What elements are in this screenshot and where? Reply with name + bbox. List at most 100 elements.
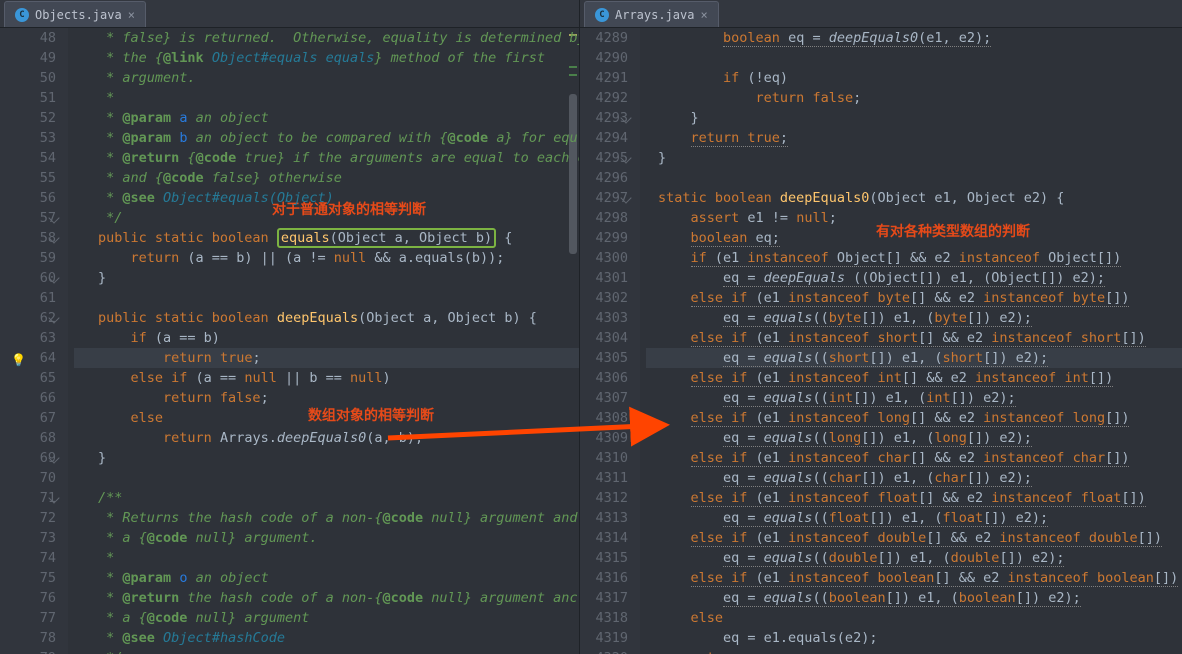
code-area-right[interactable]: 有对各种类型数组的判断 boolean eq = deepEquals0(e1,… bbox=[640, 28, 1182, 654]
code-line[interactable]: else if (e1 instanceof boolean[] && e2 i… bbox=[646, 568, 1182, 588]
code-line[interactable]: * @param a an object bbox=[74, 108, 579, 128]
line-number: 71 bbox=[0, 488, 56, 508]
code-line[interactable]: eq = equals((boolean[]) e1, (boolean[]) … bbox=[646, 588, 1182, 608]
code-line[interactable]: else if (e1 instanceof short[] && e2 ins… bbox=[646, 328, 1182, 348]
fold-icon[interactable] bbox=[48, 212, 59, 223]
code-line[interactable]: return true; bbox=[646, 128, 1182, 148]
code-line[interactable]: eq = deepEquals ((Object[]) e1, (Object[… bbox=[646, 268, 1182, 288]
fold-icon[interactable] bbox=[48, 232, 59, 243]
code-line[interactable]: } bbox=[646, 148, 1182, 168]
tab-arrays-java[interactable]: C Arrays.java × bbox=[584, 1, 719, 27]
code-line[interactable]: eq = equals((float[]) e1, (float[]) e2); bbox=[646, 508, 1182, 528]
code-line[interactable]: else if (e1 instanceof char[] && e2 inst… bbox=[646, 448, 1182, 468]
code-line[interactable]: else if (e1 instanceof double[] && e2 in… bbox=[646, 528, 1182, 548]
code-line[interactable]: else bbox=[646, 608, 1182, 628]
line-number: 58 bbox=[0, 228, 56, 248]
line-number: 70 bbox=[0, 468, 56, 488]
code-line[interactable]: eq = e1.equals(e2); bbox=[646, 628, 1182, 648]
code-line[interactable]: } bbox=[646, 108, 1182, 128]
code-line[interactable]: if (a == b) bbox=[74, 328, 579, 348]
code-line[interactable] bbox=[646, 48, 1182, 68]
editor-left[interactable]: 4849505152535455565758596061626364💡65666… bbox=[0, 28, 579, 654]
code-line[interactable]: * a {@code null} argument. bbox=[74, 528, 579, 548]
code-area-left[interactable]: 对于普通对象的相等判断 数组对象的相等判断 * false} is return… bbox=[68, 28, 579, 654]
code-line[interactable]: else if (e1 instanceof long[] && e2 inst… bbox=[646, 408, 1182, 428]
code-line[interactable]: boolean eq = deepEquals0(e1, e2); bbox=[646, 28, 1182, 48]
code-line[interactable]: if (e1 instanceof Object[] && e2 instanc… bbox=[646, 248, 1182, 268]
fold-icon[interactable] bbox=[48, 272, 59, 283]
code-line[interactable]: eq = equals((long[]) e1, (long[]) e2); bbox=[646, 428, 1182, 448]
code-line[interactable]: * @return {@code true} if the arguments … bbox=[74, 148, 579, 168]
code-line[interactable]: boolean eq; bbox=[646, 228, 1182, 248]
tabbar-left: C Objects.java × bbox=[0, 0, 579, 28]
code-line[interactable]: eq = equals((int[]) e1, (int[]) e2); bbox=[646, 388, 1182, 408]
fold-icon[interactable] bbox=[48, 452, 59, 463]
code-line[interactable]: else if (a == null || b == null) bbox=[74, 368, 579, 388]
line-number: 60 bbox=[0, 268, 56, 288]
code-line[interactable]: * false} is returned. Otherwise, equalit… bbox=[74, 28, 579, 48]
line-number: 4314 bbox=[580, 528, 628, 548]
code-line[interactable]: * @return the hash code of a non-{@code … bbox=[74, 588, 579, 608]
code-line[interactable]: */ bbox=[74, 208, 579, 228]
tab-objects-java[interactable]: C Objects.java × bbox=[4, 1, 146, 27]
tab-label: Arrays.java bbox=[615, 8, 694, 22]
line-number: 68 bbox=[0, 428, 56, 448]
code-line[interactable]: public static boolean deepEquals(Object … bbox=[74, 308, 579, 328]
code-line[interactable]: return (a == b) || (a != null && a.equal… bbox=[74, 248, 579, 268]
code-line[interactable]: * bbox=[74, 88, 579, 108]
code-line[interactable]: } bbox=[74, 268, 579, 288]
fold-icon[interactable] bbox=[620, 152, 631, 163]
code-line[interactable]: else if (e1 instanceof byte[] && e2 inst… bbox=[646, 288, 1182, 308]
line-number: 4317 bbox=[580, 588, 628, 608]
code-line[interactable]: return Arrays.deepEquals0(a, b); bbox=[74, 428, 579, 448]
code-line[interactable]: * @see Object#equals(Object) bbox=[74, 188, 579, 208]
code-line[interactable]: * the {@link Object#equals equals} metho… bbox=[74, 48, 579, 68]
line-number: 4304 bbox=[580, 328, 628, 348]
fold-icon[interactable] bbox=[48, 492, 59, 503]
code-line[interactable]: eq = equals((byte[]) e1, (byte[]) e2); bbox=[646, 308, 1182, 328]
code-line[interactable]: else bbox=[74, 408, 579, 428]
line-number: 54 bbox=[0, 148, 56, 168]
code-line[interactable]: * @param o an object bbox=[74, 568, 579, 588]
code-line[interactable] bbox=[646, 168, 1182, 188]
code-line[interactable]: assert e1 != null; bbox=[646, 208, 1182, 228]
line-number: 65 bbox=[0, 368, 56, 388]
line-number: 4315 bbox=[580, 548, 628, 568]
code-line[interactable]: eq = equals((short[]) e1, (short[]) e2); bbox=[646, 348, 1182, 368]
code-line[interactable]: return false; bbox=[74, 388, 579, 408]
line-number: 66 bbox=[0, 388, 56, 408]
code-line[interactable] bbox=[74, 288, 579, 308]
code-line[interactable]: * @see Object#hashCode bbox=[74, 628, 579, 648]
code-line[interactable]: * a {@code null} argument bbox=[74, 608, 579, 628]
code-line[interactable]: static boolean deepEquals0(Object e1, Ob… bbox=[646, 188, 1182, 208]
code-line[interactable]: } bbox=[74, 448, 579, 468]
code-line[interactable]: if (!eq) bbox=[646, 68, 1182, 88]
code-line[interactable]: * argument. bbox=[74, 68, 579, 88]
code-line[interactable]: /** bbox=[74, 488, 579, 508]
line-number: 4300 bbox=[580, 248, 628, 268]
code-line[interactable]: return false; bbox=[646, 88, 1182, 108]
code-line[interactable]: eq = equals((double[]) e1, (double[]) e2… bbox=[646, 548, 1182, 568]
code-line[interactable]: * Returns the hash code of a non-{@code … bbox=[74, 508, 579, 528]
code-line[interactable]: */ bbox=[74, 648, 579, 654]
close-icon[interactable]: × bbox=[700, 8, 707, 22]
close-icon[interactable]: × bbox=[128, 8, 135, 22]
fold-icon[interactable] bbox=[620, 192, 631, 203]
line-number: 74 bbox=[0, 548, 56, 568]
editor-right[interactable]: 4289429042914292429342944295429642974298… bbox=[580, 28, 1182, 654]
code-line[interactable]: return true; bbox=[74, 348, 579, 368]
code-line[interactable]: return eq; bbox=[646, 648, 1182, 654]
code-line[interactable] bbox=[74, 468, 579, 488]
code-line[interactable]: else if (e1 instanceof int[] && e2 insta… bbox=[646, 368, 1182, 388]
code-line[interactable]: * bbox=[74, 548, 579, 568]
fold-icon[interactable] bbox=[620, 112, 631, 123]
bulb-icon[interactable]: 💡 bbox=[11, 350, 26, 370]
code-line[interactable]: else if (e1 instanceof float[] && e2 ins… bbox=[646, 488, 1182, 508]
code-line[interactable]: public static boolean equals(Object a, O… bbox=[74, 228, 579, 248]
code-line[interactable]: eq = equals((char[]) e1, (char[]) e2); bbox=[646, 468, 1182, 488]
line-number: 4292 bbox=[580, 88, 628, 108]
line-number: 79 bbox=[0, 648, 56, 654]
fold-icon[interactable] bbox=[48, 312, 59, 323]
code-line[interactable]: * @param b an object to be compared with… bbox=[74, 128, 579, 148]
code-line[interactable]: * and {@code false} otherwise bbox=[74, 168, 579, 188]
